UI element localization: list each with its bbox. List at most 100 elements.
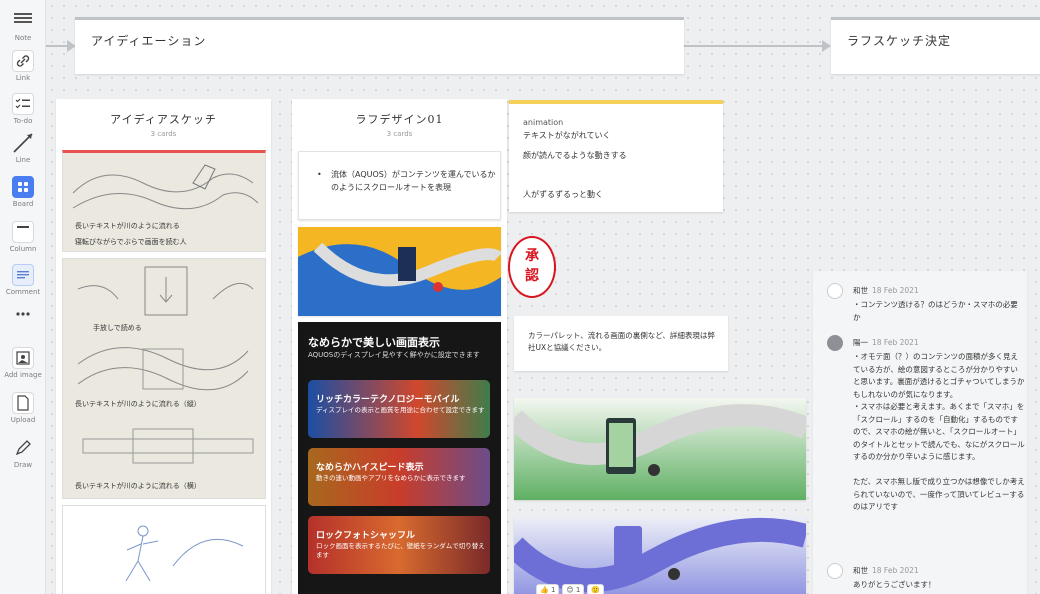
comment-date: 18 Feb 2021 (872, 338, 919, 347)
display-feature-subtitle: AQUOSのディスプレイ見やすく鮮やかに設定できます (308, 351, 480, 359)
column-title: アイディアスケッチ (110, 113, 217, 126)
feature-high-speed: なめらかハイスピード表示 動きの速い動画やアプリをなめらかに表示できます (308, 448, 490, 506)
flow-arrow-line (46, 45, 68, 47)
feature-title: なめらかハイスピード表示 (316, 463, 424, 473)
toolbar: Note Link To-do Line Board Column Commen… (0, 0, 46, 594)
stamp-char: 承 (525, 248, 539, 264)
feature-title: ロックフォトシャッフル (316, 531, 416, 541)
flow-arrow-head (822, 40, 831, 52)
tool-add-image[interactable]: Add image (0, 347, 46, 379)
comment-meta: 和世 18 Feb 2021 (853, 565, 919, 576)
header-rough-decision[interactable]: ラフスケッチ決定 (831, 17, 1040, 74)
draw-icon (12, 437, 34, 459)
card-count: 3 cards (386, 130, 413, 138)
sketch-drawing (72, 164, 259, 210)
palette-note-text: カラーパレット、流れる画面の裏側など、詳細表現は弊社UXと協議ください。 (528, 331, 715, 352)
reaction-thumbs-up[interactable]: 👍 1 (536, 584, 560, 594)
comment-meta: 和世 18 Feb 2021 (853, 285, 919, 296)
feature-lock-photo: ロックフォトシャッフル ロック画面を表示するたびに、壁紙をランダムで切り替えます (308, 516, 490, 574)
note-card-concept[interactable]: • 流体（AQUOS）がコンテンツを運んでいるかのようにスクロールオートを表現 (298, 151, 501, 220)
image-card-display-features[interactable]: なめらかで美しい画面表示 AQUOSのディスプレイ見やすく鮮やかに設定できます … (298, 322, 501, 594)
comment-meta: 陽一 18 Feb 2021 (853, 337, 919, 348)
sketch-drawing (77, 266, 254, 464)
tool-column[interactable]: Column (0, 221, 46, 253)
image-card-illustration[interactable] (298, 227, 501, 316)
comment-icon (12, 264, 34, 286)
illustration-image (298, 227, 501, 316)
reaction-bar: 👍 1 😊 1 🙂 (536, 584, 605, 594)
upload-icon (12, 392, 34, 414)
tool-link-label: Link (15, 74, 31, 82)
note-label: animation (523, 118, 564, 127)
avatar (827, 335, 843, 351)
feature-desc: ロック画面を表示するたびに、壁紙をランダムで切り替えます (316, 542, 485, 559)
tool-link[interactable]: Link (0, 50, 46, 82)
tool-board-label: Board (12, 200, 34, 208)
comment-date: 18 Feb 2021 (872, 286, 919, 295)
feature-desc: ディスプレイの表示と画質を用途に合わせて設定できます (316, 406, 485, 414)
line-icon (12, 132, 34, 154)
bullet-icon: • (317, 170, 322, 179)
reaction-add[interactable]: 🙂 (587, 584, 605, 594)
note-line: テキストがながれていく (523, 131, 611, 140)
sketch-caption: 長いテキストが川のように流れる（横） (75, 482, 201, 490)
add-image-icon (12, 347, 34, 369)
tool-comment[interactable]: Comment (0, 264, 46, 296)
comment-body: ありがとうございます！ (853, 580, 936, 589)
sketch-card-runner[interactable] (62, 505, 266, 594)
sketch-caption: 手放しで読める (93, 324, 142, 332)
comment-body: ・オモテ面（？）のコンテンツの面積が多く見えている方が、絵の意図するところが分か… (853, 352, 1025, 511)
board-icon (12, 176, 34, 198)
todo-icon (12, 93, 34, 115)
comment-body: ・コンテンツ透ける？のはどうか・スマホの必要か (853, 300, 1018, 322)
note-card-palette[interactable]: カラーパレット、流れる画面の裏側など、詳細表現は弊社UXと協議ください。 (514, 316, 728, 371)
note-line: 人がずるずるっと動く (523, 190, 603, 199)
image-card-phone-river[interactable] (514, 398, 806, 500)
tool-comment-label: Comment (5, 288, 41, 296)
concept-text: 流体（AQUOS）がコンテンツを運んでいるかのようにスクロールオートを表現 (331, 170, 496, 192)
tool-line[interactable]: Line (0, 132, 46, 164)
avatar (827, 563, 843, 579)
feature-rich-color: リッチカラーテクノロジーモバイル ディスプレイの表示と画質を用途に合わせて設定で… (308, 380, 490, 438)
tool-draw[interactable]: Draw (0, 437, 46, 469)
approval-stamp[interactable]: 承 認 (508, 236, 556, 298)
tool-more[interactable] (0, 306, 46, 320)
tool-draw-label: Draw (13, 461, 33, 469)
comment-thread[interactable]: 和世 18 Feb 2021 ・コンテンツ透ける？のはどうか・スマホの必要か 陽一… (813, 271, 1027, 594)
tool-line-label: Line (15, 156, 31, 164)
sketch-caption: 長いテキストが川のように流れる（縦） (75, 400, 201, 408)
more-icon (12, 306, 34, 320)
comment-date: 18 Feb 2021 (872, 566, 919, 575)
phone-river-purple-image (514, 517, 806, 593)
avatar (827, 283, 843, 299)
board-canvas[interactable]: アイディエーション ラフスケッチ決定 アイディアスケッチ 3 cards 長いテ… (46, 0, 1040, 594)
sketch-card-river[interactable]: 長いテキストが川のように流れる 寝転びながらでぶらで画面を読む人 (62, 150, 266, 252)
note-icon (12, 10, 34, 32)
sketch-caption: 寝転びながらでぶらで画面を読む人 (75, 238, 187, 246)
note-card-animation[interactable]: animation テキストがながれていく 颜が読んでるような動きする 人がずる… (509, 100, 723, 212)
tool-column-label: Column (9, 245, 37, 253)
column-icon (12, 221, 34, 243)
header-ideation-title: アイディエーション (91, 34, 207, 48)
stamp-char: 認 (525, 268, 539, 284)
sketch-caption: 長いテキストが川のように流れる (75, 222, 180, 230)
feature-desc: 動きの速い動画やアプリをなめらかに表示できます (316, 474, 466, 482)
reaction-smile[interactable]: 😊 1 (562, 584, 585, 594)
header-rough-decision-title: ラフスケッチ決定 (847, 34, 952, 48)
comment-author: 陽一 (853, 338, 868, 347)
header-ideation[interactable]: アイディエーション (75, 17, 684, 74)
link-icon (12, 50, 34, 72)
tool-add-image-label: Add image (4, 371, 42, 379)
flow-arrow-line (684, 45, 824, 47)
feature-title: リッチカラーテクノロジーモバイル (316, 395, 460, 405)
tool-note[interactable]: Note (0, 10, 46, 42)
image-card-phone-river-purple[interactable] (514, 516, 806, 594)
tool-upload-label: Upload (10, 416, 36, 424)
card-count: 3 cards (150, 130, 177, 138)
tool-board[interactable]: Board (0, 176, 46, 208)
sketch-drawing (125, 525, 244, 582)
tool-upload[interactable]: Upload (0, 392, 46, 424)
tool-todo[interactable]: To-do (0, 93, 46, 125)
sketch-card-hands[interactable]: 手放しで読める 長いテキストが川のように流れる（縦） 長いテキストが川のように流… (62, 258, 266, 499)
tool-note-label: Note (14, 34, 32, 42)
